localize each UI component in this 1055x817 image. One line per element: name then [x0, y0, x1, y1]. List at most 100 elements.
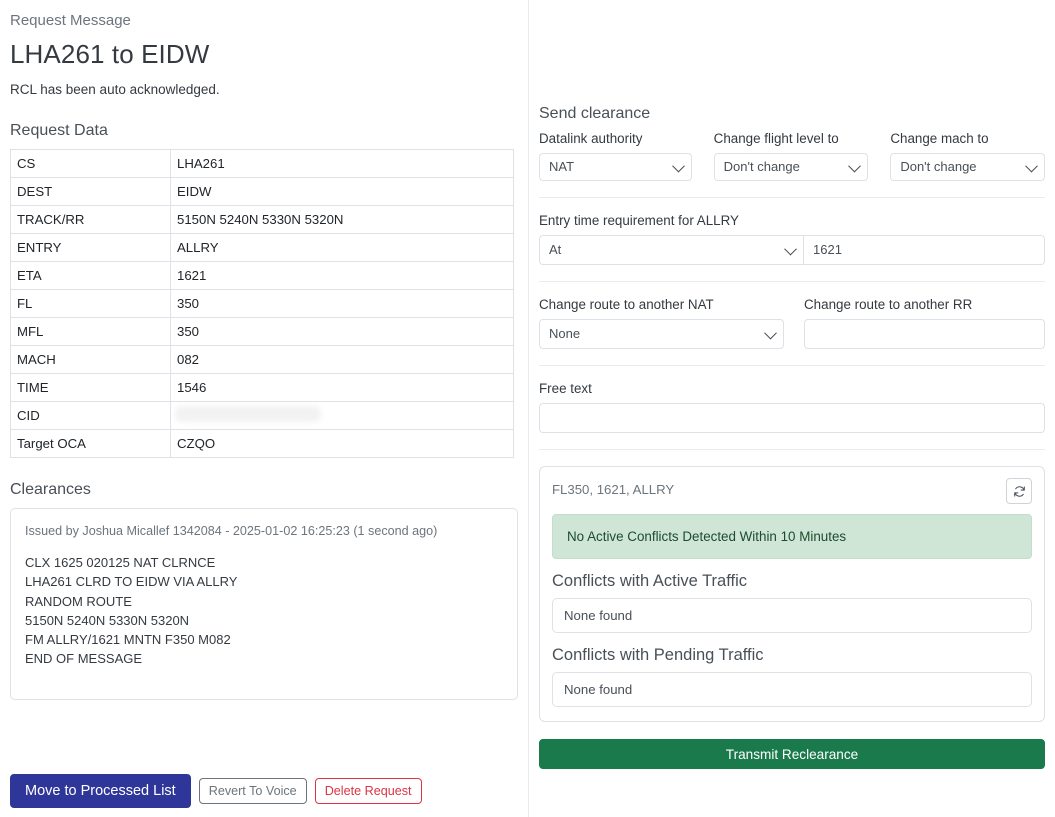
row-key: ENTRY — [10, 233, 171, 262]
conflicts-panel: FL350, 1621, ALLRY No Active Conflicts D… — [539, 466, 1045, 722]
left-panel: Request Message LHA261 to EIDW RCL has b… — [0, 0, 528, 817]
row-key: FL — [10, 289, 171, 318]
change-route-nat-select[interactable]: None — [539, 319, 784, 349]
clearances-heading: Clearances — [10, 481, 91, 498]
entry-time-condition-select[interactable]: At — [539, 235, 804, 265]
row-value: 5150N 5240N 5330N 5320N — [170, 205, 514, 234]
table-row: TRACK/RR 5150N 5240N 5330N 5320N — [10, 205, 514, 234]
table-row: FL 350 — [10, 289, 514, 318]
chevron-down-icon — [848, 159, 862, 173]
page-title: LHA261 to EIDW — [10, 39, 210, 69]
free-text-input[interactable] — [539, 403, 1045, 433]
datalink-authority-value: NAT — [549, 159, 575, 174]
no-conflicts-alert: No Active Conflicts Detected Within 10 M… — [552, 514, 1032, 559]
clearance-controls-row: Datalink authority NAT Change flight lev… — [539, 130, 1045, 181]
acknowledgement-note: RCL has been auto acknowledged. — [10, 82, 220, 97]
request-data-table: CS LHA261 DEST EIDW TRACK/RR 5150N 5240N… — [10, 149, 514, 458]
section-divider — [539, 197, 1045, 198]
conflicts-pending-value: None found — [552, 672, 1032, 707]
action-button-row: Move to Processed List Revert To Voice D… — [10, 774, 422, 808]
change-route-rr-input[interactable] — [804, 319, 1045, 349]
row-value: EIDW — [170, 177, 514, 206]
change-flight-level-value: Don't change — [723, 159, 800, 174]
row-value: LHA261 — [170, 149, 514, 178]
entry-time-group: Entry time requirement for ALLRY At 1621 — [539, 212, 1045, 265]
move-to-processed-list-button[interactable]: Move to Processed List — [10, 774, 191, 808]
conflict-summary-text: FL350, 1621, ALLRY — [552, 482, 675, 497]
datalink-authority-select[interactable]: NAT — [539, 153, 692, 181]
clearance-message-text: CLX 1625 020125 NAT CLRNCE LHA261 CLRD T… — [25, 555, 238, 667]
request-data-body: CS LHA261 DEST EIDW TRACK/RR 5150N 5240N… — [10, 149, 514, 458]
conflicts-active-value: None found — [552, 598, 1032, 633]
change-mach-select[interactable]: Don't change — [890, 153, 1045, 181]
request-message-page: Request Message LHA261 to EIDW RCL has b… — [0, 0, 1055, 817]
datalink-authority-label: Datalink authority — [539, 131, 643, 146]
table-row: CID — [10, 401, 514, 430]
chevron-down-icon — [671, 159, 685, 173]
row-value: 350 — [170, 317, 514, 346]
chevron-down-icon — [764, 326, 777, 340]
change-route-nat-group: Change route to another NAT None — [539, 296, 784, 349]
change-mach-value: Don't change — [900, 159, 977, 174]
redacted-value-mask — [175, 406, 321, 422]
change-route-nat-label: Change route to another NAT — [539, 297, 714, 312]
row-key: MACH — [10, 345, 171, 374]
entry-time-value-text: 1621 — [813, 242, 842, 257]
free-text-label: Free text — [539, 381, 592, 396]
section-divider — [539, 365, 1045, 366]
row-value: 1546 — [170, 373, 514, 402]
row-value: 1621 — [170, 261, 514, 290]
row-key: CID — [10, 401, 171, 430]
conflicts-pending-heading: Conflicts with Pending Traffic — [552, 646, 764, 664]
row-value: ALLRY — [170, 233, 514, 262]
table-row: ETA 1621 — [10, 261, 514, 290]
row-key: MFL — [10, 317, 171, 346]
revert-to-voice-button[interactable]: Revert To Voice — [198, 778, 307, 804]
change-flight-level-select[interactable]: Don't change — [713, 153, 869, 181]
entry-time-input-group: At 1621 — [539, 235, 1045, 265]
conflicts-active-heading: Conflicts with Active Traffic — [552, 572, 748, 590]
chevron-down-icon — [1025, 159, 1038, 173]
entry-time-value-input[interactable]: 1621 — [804, 235, 1045, 265]
transmit-reclearance-button[interactable]: Transmit Reclearance — [539, 739, 1045, 769]
section-divider — [539, 449, 1045, 450]
table-row: CS LHA261 — [10, 149, 514, 178]
change-mach-label: Change mach to — [890, 131, 989, 146]
entry-time-condition-value: At — [549, 242, 562, 257]
table-row: MACH 082 — [10, 345, 514, 374]
row-key: ETA — [10, 261, 171, 290]
page-eyebrow: Request Message — [10, 12, 131, 29]
row-key: TRACK/RR — [10, 205, 171, 234]
change-route-rr-group: Change route to another RR — [804, 296, 1045, 349]
refresh-conflicts-button[interactable] — [1006, 478, 1032, 504]
entry-time-label: Entry time requirement for ALLRY — [539, 213, 739, 228]
delete-request-button[interactable]: Delete Request — [314, 778, 422, 804]
route-change-row: Change route to another NAT None Change … — [539, 296, 1045, 349]
chevron-down-icon — [784, 242, 797, 256]
change-flight-level-group: Change flight level to Don't change — [713, 130, 869, 181]
send-clearance-heading: Send clearance — [539, 105, 651, 122]
table-row: ENTRY ALLRY — [10, 233, 514, 262]
row-value: 350 — [170, 289, 514, 318]
datalink-authority-group: Datalink authority NAT — [539, 130, 692, 181]
table-row: MFL 350 — [10, 317, 514, 346]
free-text-group: Free text — [539, 380, 1045, 433]
change-route-rr-label: Change route to another RR — [804, 297, 973, 312]
table-row: Target OCA CZQO — [10, 429, 514, 458]
row-key: CS — [10, 149, 171, 178]
conflicts-panel-header: FL350, 1621, ALLRY — [552, 478, 1032, 504]
section-divider — [539, 281, 1045, 282]
change-mach-group: Change mach to Don't change — [890, 130, 1045, 181]
table-row: DEST EIDW — [10, 177, 514, 206]
row-key: TIME — [10, 373, 171, 402]
right-panel: Send clearance Datalink authority NAT Ch… — [528, 0, 1055, 817]
row-key: DEST — [10, 177, 171, 206]
clearance-issued-meta: Issued by Joshua Micallef 1342084 - 2025… — [25, 524, 438, 538]
clearance-card: Issued by Joshua Micallef 1342084 - 2025… — [10, 508, 518, 700]
row-value: CZQO — [170, 429, 514, 458]
row-value: 082 — [170, 345, 514, 374]
change-route-nat-value: None — [549, 326, 581, 341]
request-data-heading: Request Data — [10, 122, 108, 139]
row-value — [170, 401, 514, 430]
row-key: Target OCA — [10, 429, 171, 458]
